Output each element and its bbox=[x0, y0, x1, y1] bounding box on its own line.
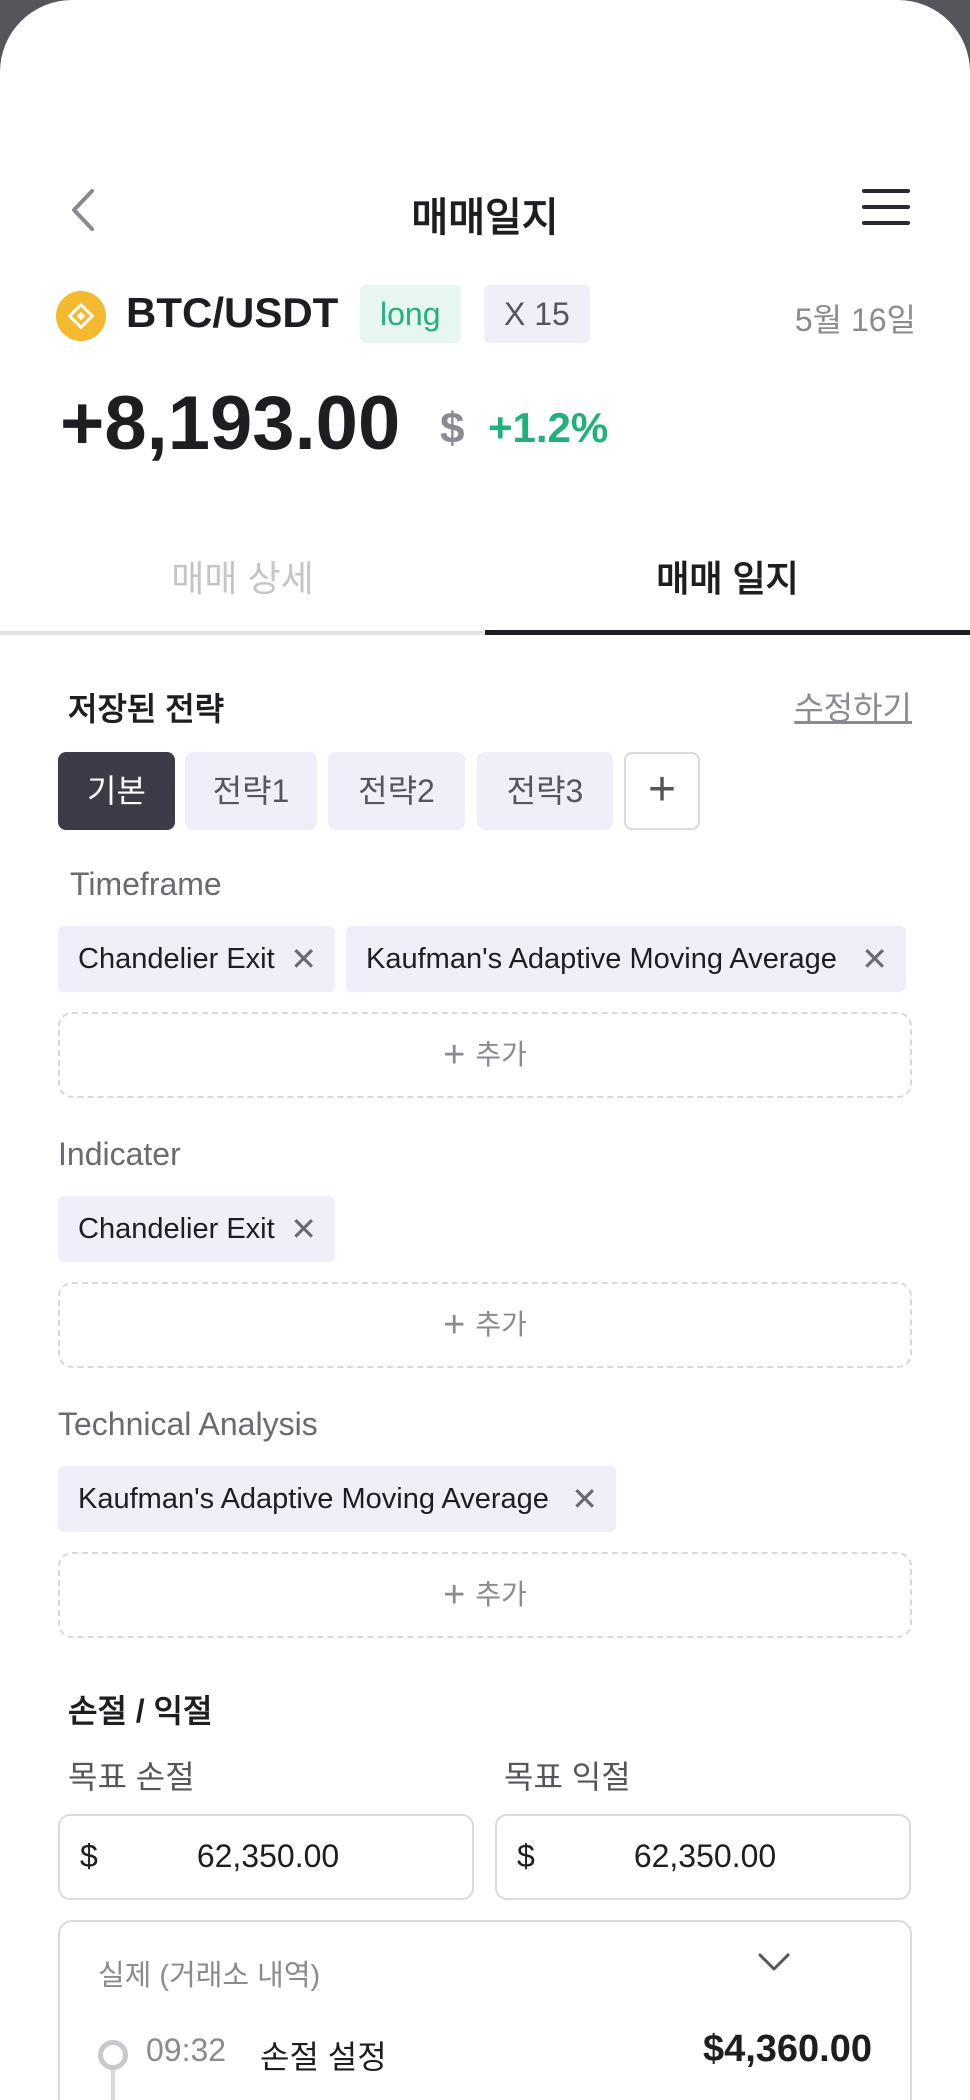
target-profit-label: 목표 익절 bbox=[504, 1759, 631, 1795]
close-icon[interactable]: ✕ bbox=[290, 1196, 317, 1262]
tag-label: Kaufman's Adaptive Moving Average bbox=[78, 1483, 549, 1515]
pnl-row: +8,193.00 $ +1.2% bbox=[60, 380, 920, 480]
indicater-tag: Chandelier Exit ✕ bbox=[58, 1196, 335, 1262]
plus-icon: + bbox=[443, 1304, 466, 1346]
trade-date: 5월 16일 bbox=[794, 302, 916, 338]
app-screen: 매매일지 BTC/USDT long X 15 5월 16일 +8,193.00… bbox=[0, 0, 970, 2100]
timeline-line bbox=[111, 2070, 115, 2100]
nav-bar: 매매일지 bbox=[0, 175, 970, 245]
binance-coin-icon bbox=[56, 291, 106, 341]
loss-profit-title: 손절 / 익절 bbox=[68, 1693, 213, 1729]
indicater-label: Indicater bbox=[58, 1136, 181, 1172]
strategy-chip-1[interactable]: 전략1 bbox=[185, 752, 317, 830]
plus-icon: + bbox=[443, 1034, 466, 1076]
strategy-chip-default[interactable]: 기본 bbox=[58, 752, 175, 830]
pnl-percent: +1.2% bbox=[488, 404, 609, 451]
technical-add-button[interactable]: + 추가 bbox=[58, 1552, 912, 1638]
history-title: 실제 (거래소 내역) bbox=[98, 1960, 321, 1992]
technical-tag: Kaufman's Adaptive Moving Average ✕ bbox=[58, 1466, 616, 1532]
plus-icon: + bbox=[443, 1574, 466, 1616]
page-title: 매매일지 bbox=[411, 196, 559, 240]
timeframe-tag: Kaufman's Adaptive Moving Average ✕ bbox=[346, 926, 906, 992]
tab-trade-detail[interactable]: 매매 상세 bbox=[0, 540, 485, 635]
timeline-dot bbox=[98, 2040, 128, 2070]
technical-analysis-label: Technical Analysis bbox=[58, 1406, 318, 1442]
history-time: 09:32 bbox=[146, 2032, 227, 2068]
chevron-down-icon[interactable] bbox=[756, 1944, 792, 1980]
tag-label: Kaufman's Adaptive Moving Average bbox=[366, 943, 837, 975]
edit-strategy-link[interactable]: 수정하기 bbox=[794, 683, 912, 729]
timeframe-label: Timeframe bbox=[70, 866, 222, 902]
leverage-badge: X 15 bbox=[484, 285, 590, 343]
trade-summary: BTC/USDT long X 15 5월 16일 bbox=[56, 285, 916, 345]
exchange-history-panel: 실제 (거래소 내역) 09:32 손절 설정 $4,360.00 bbox=[58, 1920, 912, 2100]
tab-trade-journal[interactable]: 매매 일지 bbox=[485, 540, 970, 635]
tag-label: Chandelier Exit bbox=[78, 1213, 275, 1245]
indicater-add-button[interactable]: + 추가 bbox=[58, 1282, 912, 1368]
saved-strategy-title: 저장된 전략 bbox=[68, 691, 225, 727]
trade-pair: BTC/USDT bbox=[126, 289, 339, 336]
plus-icon: + bbox=[647, 763, 677, 816]
close-icon[interactable]: ✕ bbox=[861, 926, 888, 992]
target-profit-value: 62,350.00 bbox=[633, 1838, 777, 1874]
strategy-chip-3[interactable]: 전략3 bbox=[477, 752, 613, 830]
add-label: 추가 bbox=[475, 1039, 527, 1070]
tag-label: Chandelier Exit bbox=[78, 943, 275, 975]
target-loss-value: 62,350.00 bbox=[196, 1838, 340, 1874]
tab-bar: 매매 상세 매매 일지 bbox=[0, 540, 970, 635]
strategy-chip-2[interactable]: 전략2 bbox=[328, 752, 465, 830]
history-label: 손절 설정 bbox=[260, 2039, 387, 2075]
add-label: 추가 bbox=[475, 1579, 527, 1610]
close-icon[interactable]: ✕ bbox=[290, 926, 317, 992]
target-profit-input[interactable]: $ 62,350.00 bbox=[495, 1814, 911, 1900]
pnl-unit: $ bbox=[440, 404, 465, 453]
hamburger-menu-icon[interactable] bbox=[862, 189, 910, 229]
pnl-amount: +8,193.00 bbox=[60, 381, 401, 466]
close-icon[interactable]: ✕ bbox=[571, 1466, 598, 1532]
timeframe-add-button[interactable]: + 추가 bbox=[58, 1012, 912, 1098]
history-amount: $4,360.00 bbox=[702, 2028, 872, 2070]
target-loss-input[interactable]: $ 62,350.00 bbox=[58, 1814, 474, 1900]
add-label: 추가 bbox=[475, 1309, 527, 1340]
timeframe-tag: Chandelier Exit ✕ bbox=[58, 926, 335, 992]
side-badge: long bbox=[360, 285, 461, 343]
add-strategy-button[interactable]: + bbox=[624, 752, 700, 830]
target-loss-label: 목표 손절 bbox=[68, 1759, 195, 1795]
